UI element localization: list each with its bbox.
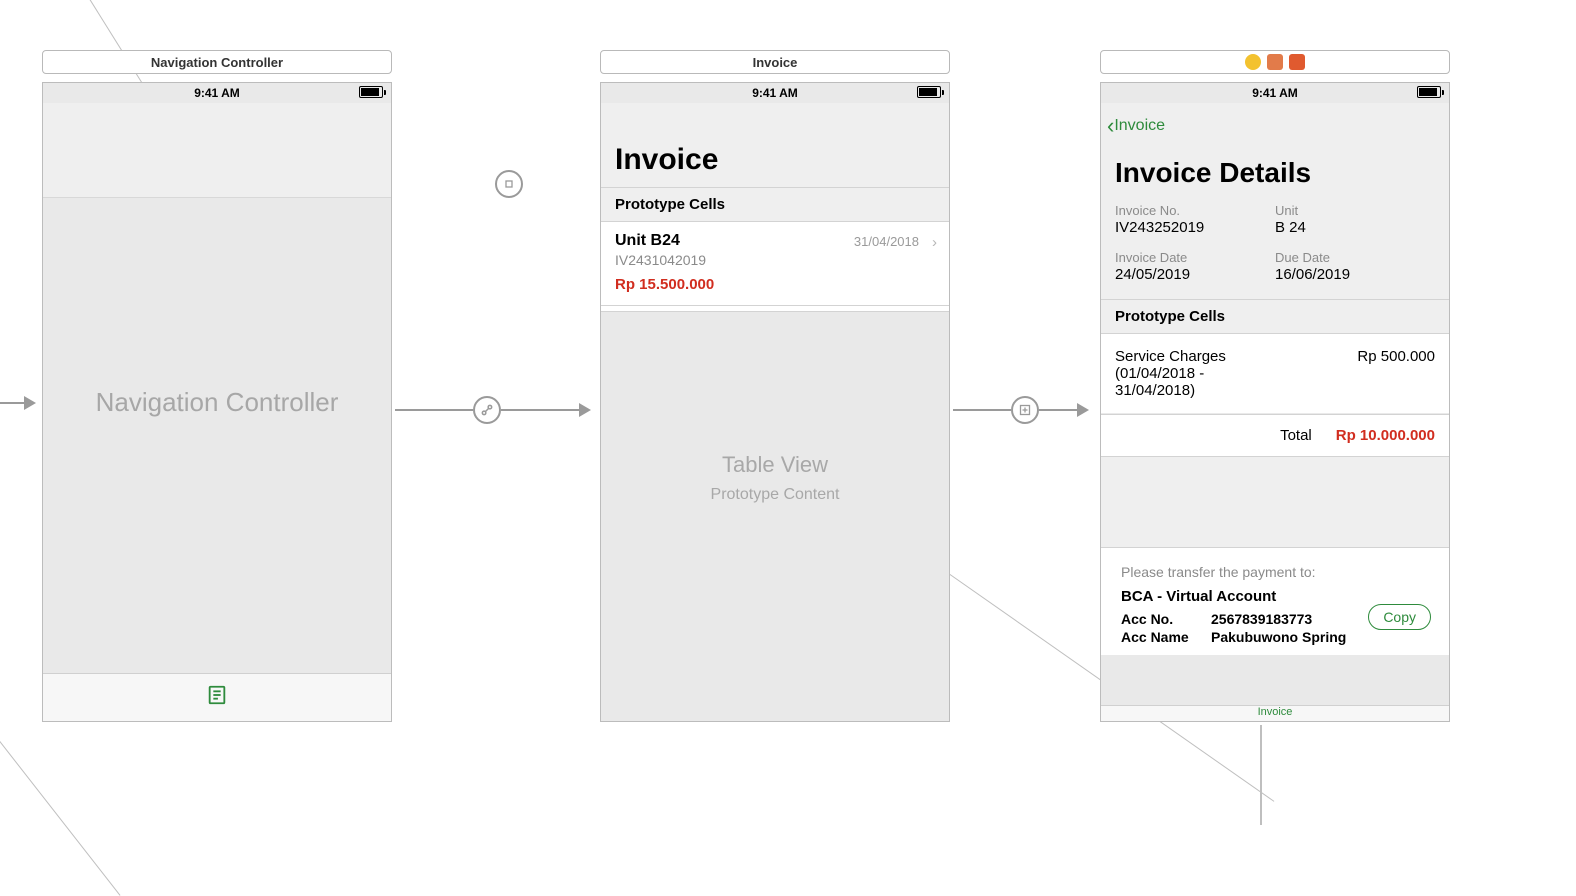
scene-title[interactable] (1100, 50, 1450, 74)
section-header: Prototype Cells (1101, 300, 1449, 334)
tab-label: Invoice (1258, 706, 1293, 718)
accno-label: Acc No. (1121, 611, 1211, 627)
cell-date: 31/04/2018 (854, 234, 919, 249)
invoicedate-label: Invoice Date (1115, 250, 1275, 265)
cell-invoice-id: IV2431042019 (615, 252, 935, 268)
section-header: Prototype Cells (601, 188, 949, 222)
tab-bar[interactable]: Invoice (1101, 705, 1449, 721)
back-label: Invoice (1114, 117, 1165, 135)
scene-title-label: Invoice (753, 55, 798, 70)
spacer (1101, 457, 1449, 547)
status-time: 9:41 AM (1252, 86, 1298, 100)
toolbar-list-icon (206, 684, 228, 711)
charge-cell[interactable]: Service Charges (01/04/2018 - 31/04/2018… (1101, 334, 1449, 414)
segue-invoice-to-details (953, 396, 1089, 424)
charge-amount: Rp 500.000 (1357, 348, 1435, 365)
scene-navigation-controller: Navigation Controller 9:41 AM Navigation… (42, 50, 392, 722)
cell-price: Rp 15.500.000 (615, 276, 935, 293)
back-button[interactable]: ‹ Invoice (1107, 113, 1165, 139)
segue-arrow-in (0, 396, 36, 410)
payment-bank: BCA - Virtual Account (1121, 588, 1429, 605)
invoiceno-label: Invoice No. (1115, 203, 1275, 218)
unit-label: Unit (1275, 203, 1435, 218)
object-icon (1267, 54, 1283, 70)
invoice-cell[interactable]: Unit B24 IV2431042019 Rp 15.500.000 31/0… (601, 222, 949, 306)
accname-label: Acc Name (1121, 629, 1211, 645)
prototype-content-label: Prototype Content (601, 486, 949, 504)
payment-note: Please transfer the payment to: (1121, 564, 1429, 580)
status-bar: 9:41 AM (1101, 83, 1449, 103)
status-time: 9:41 AM (752, 86, 798, 100)
accname-value: Pakubuwono Spring (1211, 629, 1346, 645)
invoiceno-value: IV243252019 (1115, 219, 1275, 236)
phone-frame: 9:41 AM Navigation Controller (42, 82, 392, 722)
total-value: Rp 10.000.000 (1336, 427, 1435, 444)
scene-title[interactable]: Navigation Controller (42, 50, 392, 74)
chevron-right-icon: › (932, 234, 937, 251)
battery-icon (1417, 86, 1441, 98)
copy-button[interactable]: Copy (1368, 604, 1431, 630)
tableview-placeholder: Table View Prototype Content (601, 452, 949, 504)
object-icon (1245, 54, 1261, 70)
phone-frame: 9:41 AM ‹ Invoice Invoice Details Invoic… (1100, 82, 1450, 722)
copy-label: Copy (1383, 609, 1416, 625)
segue-embed-icon (395, 170, 523, 198)
status-bar: 9:41 AM (601, 83, 949, 103)
scene-invoice-list: Invoice 9:41 AM Invoice Prototype Cells … (600, 50, 950, 722)
toolbar (43, 673, 391, 721)
total-label: Total (1280, 427, 1312, 444)
unit-value: B 24 (1275, 219, 1435, 236)
navcontroller-label: Navigation Controller (43, 83, 391, 721)
chevron-left-icon: ‹ (1107, 113, 1114, 139)
payment-section: Please transfer the payment to: BCA - Vi… (1101, 547, 1449, 655)
segue-nav-to-invoice (395, 396, 591, 424)
scene-title-label: Navigation Controller (151, 55, 283, 70)
large-title: Invoice (601, 103, 949, 188)
total-row: Total Rp 10.000.000 (1101, 414, 1449, 457)
object-icon (1289, 54, 1305, 70)
duedate-value: 16/06/2019 (1275, 266, 1435, 283)
invoicedate-value: 24/05/2019 (1115, 266, 1275, 283)
battery-icon (917, 86, 941, 98)
charge-name: Service Charges (01/04/2018 - 31/04/2018… (1115, 348, 1285, 399)
tableview-label: Table View (601, 452, 949, 478)
duedate-label: Due Date (1275, 250, 1435, 265)
scene-title[interactable]: Invoice (600, 50, 950, 74)
phone-frame: 9:41 AM Invoice Prototype Cells Unit B24… (600, 82, 950, 722)
scene-invoice-details: 9:41 AM ‹ Invoice Invoice Details Invoic… (1100, 50, 1450, 722)
accno-value: 2567839183773 (1211, 611, 1312, 627)
